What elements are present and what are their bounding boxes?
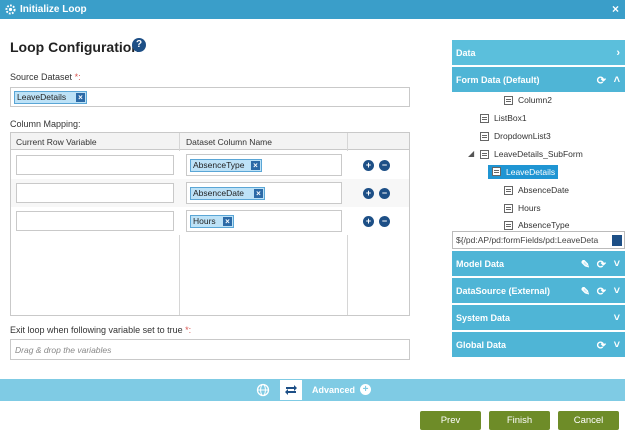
field-icon — [480, 150, 489, 159]
exit-loop-variable-field[interactable]: Drag & drop the variables — [10, 339, 410, 360]
remove-tag-icon[interactable]: × — [254, 189, 263, 198]
tree-item[interactable]: ListBox1 — [480, 113, 527, 123]
tree-item-selected[interactable]: LeaveDetails — [488, 165, 558, 179]
form-data-tree: Column2 ListBox1 DropdownList3 ◢ LeaveDe… — [452, 93, 625, 230]
table-header: Current Row Variable Dataset Column Name — [11, 133, 409, 150]
required-mark: *: — [74, 72, 81, 82]
data-path-field[interactable]: ${/pd:AP/pd:formFields/pd:LeaveDeta — [452, 231, 625, 249]
dataset-column-field[interactable]: Hours × — [186, 210, 342, 232]
column-tag: Hours × — [190, 215, 234, 228]
page-title: Loop Configuration — [10, 39, 140, 55]
delete-row-icon[interactable]: − — [379, 160, 390, 171]
dataset-column-field[interactable]: AbsenceType × — [186, 154, 342, 176]
column-tag: AbsenceDate × — [190, 187, 265, 200]
tree-item[interactable]: DropdownList3 — [480, 131, 551, 141]
source-dataset-label: Source Dataset *: — [10, 72, 81, 82]
field-icon — [480, 132, 489, 141]
refresh-icon[interactable]: ⟳ — [597, 74, 606, 87]
data-panel-header[interactable]: Data › — [452, 40, 625, 65]
tree-item[interactable]: ◢ LeaveDetails_SubForm — [468, 149, 583, 159]
source-dataset-field[interactable]: LeaveDetails × — [10, 87, 410, 107]
pencil-icon[interactable]: ✎ — [581, 285, 590, 298]
add-row-icon[interactable]: + — [363, 160, 374, 171]
current-row-variable-input[interactable] — [16, 211, 174, 231]
advanced-toggle[interactable]: Advanced — [312, 385, 355, 395]
loop-configuration-form: Loop Configuration ? Source Dataset *: L… — [0, 19, 447, 379]
remove-tag-icon[interactable]: × — [251, 161, 260, 170]
dataset-tag: LeaveDetails × — [14, 91, 87, 104]
field-icon — [504, 186, 513, 195]
chevron-down-icon[interactable]: ˅ — [614, 339, 620, 351]
chevron-down-icon[interactable]: ˅ — [614, 258, 620, 270]
form-data-section-header[interactable]: Form Data (Default) ⟳ ˄ — [452, 67, 625, 92]
dataset-column-field[interactable]: AbsenceDate × — [186, 182, 342, 204]
tree-item[interactable]: Hours — [504, 203, 541, 213]
column-header: Dataset Column Name — [186, 137, 272, 147]
delete-row-icon[interactable]: − — [379, 188, 390, 199]
field-icon — [504, 221, 513, 230]
close-button[interactable]: × — [612, 2, 619, 16]
tree-item[interactable]: Column2 — [504, 95, 552, 105]
refresh-icon[interactable]: ⟳ — [597, 258, 606, 271]
column-header: Current Row Variable — [16, 137, 97, 147]
data-panel: Data › Form Data (Default) ⟳ ˄ Column2 L… — [452, 40, 625, 358]
window-title: Initialize Loop — [20, 4, 87, 15]
current-row-variable-input[interactable] — [16, 155, 174, 175]
chevron-up-icon[interactable]: ˄ — [614, 74, 620, 86]
copy-icon[interactable] — [612, 235, 622, 246]
refresh-icon[interactable]: ⟳ — [597, 339, 606, 352]
required-mark: *: — [185, 325, 192, 335]
datasource-section-header[interactable]: DataSource (External) ✎ ⟳ ˅ — [452, 278, 625, 303]
chevron-down-icon[interactable]: ˅ — [614, 312, 620, 324]
table-icon — [492, 167, 501, 176]
tree-item[interactable]: AbsenceType — [504, 220, 570, 230]
expand-triangle-icon[interactable]: ◢ — [468, 149, 474, 158]
pencil-icon[interactable]: ✎ — [581, 258, 590, 271]
prev-button[interactable]: Prev — [420, 411, 481, 430]
footer-bar: Advanced + — [0, 379, 625, 401]
chevron-down-icon[interactable]: ˅ — [614, 285, 620, 297]
column-mapping-table: Current Row Variable Dataset Column Name… — [10, 132, 410, 316]
delete-row-icon[interactable]: − — [379, 216, 390, 227]
remove-tag-icon[interactable]: × — [76, 93, 85, 102]
system-data-section-header[interactable]: System Data ˅ — [452, 305, 625, 330]
plus-icon[interactable]: + — [360, 384, 371, 395]
column-tag: AbsenceType × — [190, 159, 262, 172]
gear-icon — [5, 4, 16, 15]
exit-loop-label: Exit loop when following variable set to… — [10, 325, 192, 335]
refresh-icon[interactable]: ⟳ — [597, 285, 606, 298]
model-data-section-header[interactable]: Model Data ✎ ⟳ ˅ — [452, 251, 625, 276]
help-icon[interactable]: ? — [132, 38, 146, 52]
drop-placeholder: Drag & drop the variables — [15, 345, 112, 355]
chevron-right-icon[interactable]: › — [616, 47, 620, 59]
cancel-button[interactable]: Cancel — [558, 411, 619, 430]
field-icon — [504, 96, 513, 105]
remove-tag-icon[interactable]: × — [223, 217, 232, 226]
finish-button[interactable]: Finish — [489, 411, 550, 430]
tree-item[interactable]: AbsenceDate — [504, 185, 569, 195]
add-row-icon[interactable]: + — [363, 216, 374, 227]
globe-icon[interactable] — [256, 383, 270, 397]
title-bar: Initialize Loop × — [0, 0, 625, 19]
global-data-section-header[interactable]: Global Data ⟳ ˅ — [452, 332, 625, 357]
current-row-variable-input[interactable] — [16, 183, 174, 203]
field-icon — [480, 114, 489, 123]
loop-icon — [285, 385, 297, 395]
column-mapping-label: Column Mapping: — [10, 119, 81, 129]
loop-tab[interactable] — [280, 380, 302, 400]
field-icon — [504, 204, 513, 213]
add-row-icon[interactable]: + — [363, 188, 374, 199]
